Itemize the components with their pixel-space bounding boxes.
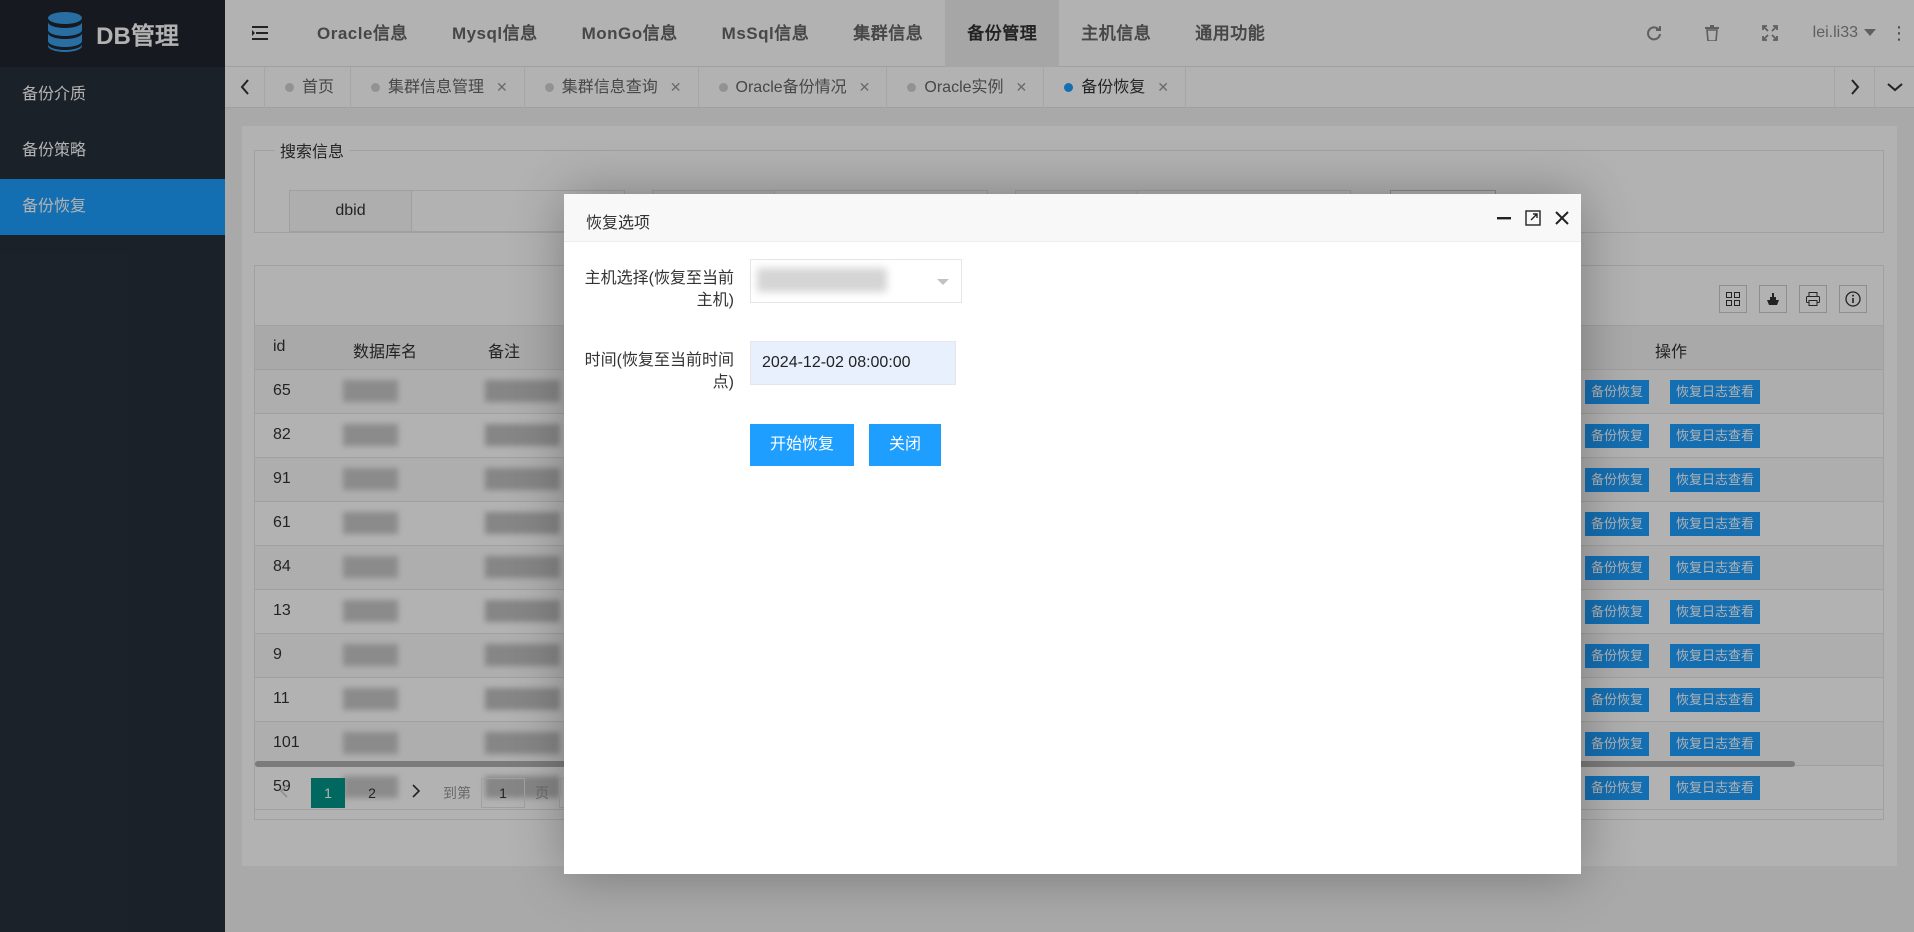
dialog-header: 恢复选项	[564, 194, 1581, 242]
host-select[interactable]	[750, 259, 962, 303]
host-select-value-redacted	[757, 268, 887, 292]
caret-down-icon	[937, 279, 949, 285]
maximize-icon[interactable]	[1521, 206, 1545, 230]
restore-options-dialog: 恢复选项 主机选择(恢复至当前主机) 时间(恢复至当前时间点) 2024-12-…	[564, 194, 1581, 874]
dialog-title: 恢复选项	[586, 215, 651, 232]
close-icon[interactable]	[1550, 206, 1574, 230]
start-restore-button[interactable]: 开始恢复	[750, 424, 855, 466]
host-select-label: 主机选择(恢复至当前主机)	[584, 270, 734, 309]
restore-time-input[interactable]: 2024-12-02 08:00:00	[750, 341, 956, 385]
minimize-icon[interactable]	[1492, 206, 1516, 230]
time-label: 时间(恢复至当前时间点)	[584, 352, 734, 391]
close-button[interactable]: 关闭	[869, 424, 942, 466]
